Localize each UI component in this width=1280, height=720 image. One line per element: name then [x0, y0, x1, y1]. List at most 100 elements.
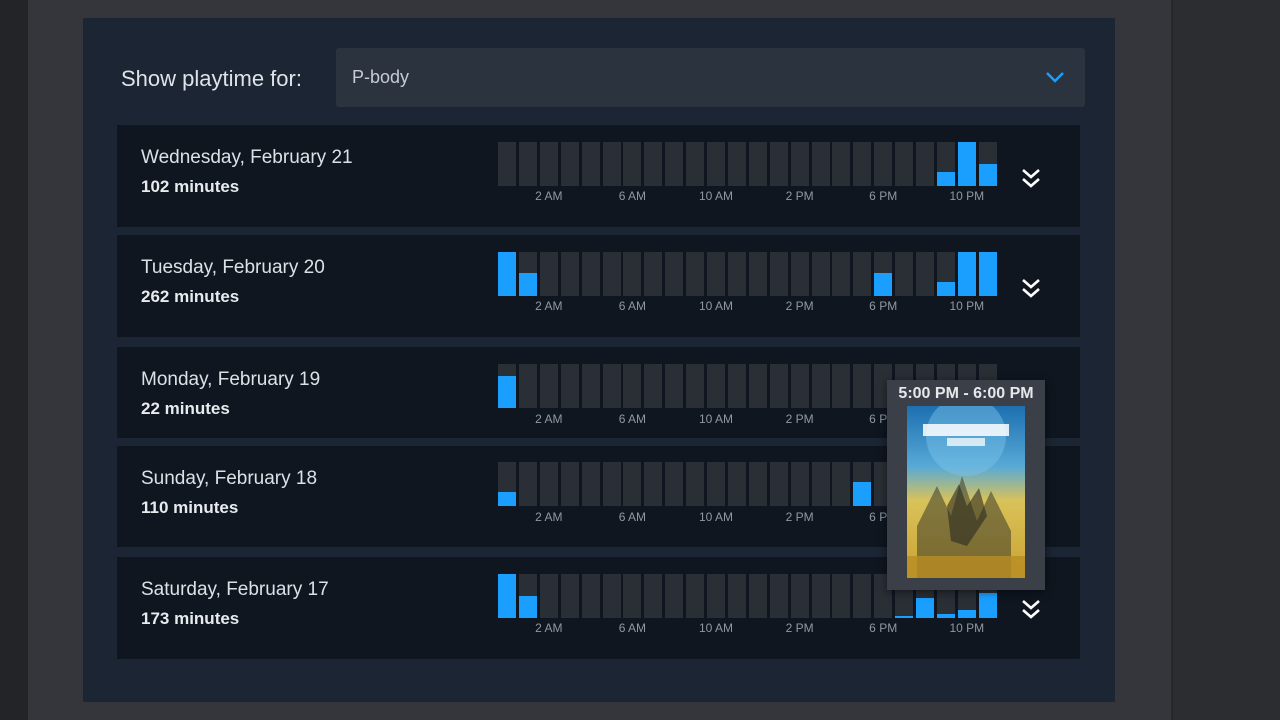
hour-bar[interactable] — [769, 364, 788, 408]
hour-bar[interactable] — [811, 252, 830, 296]
hour-bar[interactable] — [539, 142, 558, 186]
hour-bar[interactable] — [644, 142, 663, 186]
hour-bar[interactable] — [707, 142, 725, 186]
hour-bar[interactable] — [665, 142, 684, 186]
hour-bar[interactable] — [978, 252, 997, 296]
hour-bar[interactable] — [957, 142, 976, 186]
hour-bar[interactable] — [811, 462, 830, 506]
hour-bar[interactable] — [539, 574, 558, 618]
hour-bar[interactable] — [748, 574, 767, 618]
hour-bar[interactable] — [498, 142, 516, 186]
hour-bar[interactable] — [665, 574, 684, 618]
hour-bar[interactable] — [686, 142, 705, 186]
hour-bar[interactable] — [748, 462, 767, 506]
hour-bar[interactable] — [916, 252, 934, 296]
hour-bar[interactable] — [560, 364, 579, 408]
hour-bar[interactable] — [769, 462, 788, 506]
hour-bar[interactable] — [790, 574, 809, 618]
hour-bar[interactable] — [748, 364, 767, 408]
hour-bar[interactable] — [748, 252, 767, 296]
hour-bar[interactable] — [769, 252, 788, 296]
hour-bar[interactable] — [623, 364, 642, 408]
hour-bar[interactable] — [707, 252, 725, 296]
hour-bar[interactable] — [748, 142, 767, 186]
hour-bar[interactable] — [790, 142, 809, 186]
hour-bar[interactable] — [623, 142, 642, 186]
hour-bar[interactable] — [811, 364, 830, 408]
hour-bar[interactable] — [895, 142, 914, 186]
hour-bar[interactable] — [498, 462, 516, 506]
hour-bar[interactable] — [686, 252, 705, 296]
hour-bar[interactable] — [936, 252, 955, 296]
hour-bar[interactable] — [581, 462, 600, 506]
hour-bar[interactable] — [644, 574, 663, 618]
hour-bar[interactable] — [644, 364, 663, 408]
hour-bar[interactable] — [811, 142, 830, 186]
hour-bar[interactable] — [581, 252, 600, 296]
hour-bar[interactable] — [769, 142, 788, 186]
hour-bar[interactable] — [957, 252, 976, 296]
hour-bar[interactable] — [727, 142, 746, 186]
hour-bar[interactable] — [874, 252, 893, 296]
hour-bar[interactable] — [832, 574, 851, 618]
hour-bar[interactable] — [832, 462, 851, 506]
hour-bar[interactable] — [853, 462, 872, 506]
hour-bar[interactable] — [832, 252, 851, 296]
hour-bar[interactable] — [978, 142, 997, 186]
hour-bar[interactable] — [518, 364, 537, 408]
hour-bar[interactable] — [895, 252, 914, 296]
hour-bar[interactable] — [790, 364, 809, 408]
hour-bar[interactable] — [853, 252, 872, 296]
hour-bar[interactable] — [665, 462, 684, 506]
hour-bar[interactable] — [853, 364, 872, 408]
hour-bar[interactable] — [811, 574, 830, 618]
hour-bar[interactable] — [832, 142, 851, 186]
hour-bar[interactable] — [581, 574, 600, 618]
hour-bar[interactable] — [560, 462, 579, 506]
hour-bar[interactable] — [853, 574, 872, 618]
hour-bar[interactable] — [581, 364, 600, 408]
hour-bar[interactable] — [518, 252, 537, 296]
hour-bar[interactable] — [560, 574, 579, 618]
hour-bar[interactable] — [874, 142, 893, 186]
hour-bar[interactable] — [644, 252, 663, 296]
hour-bar[interactable] — [790, 462, 809, 506]
hour-bar[interactable] — [936, 142, 955, 186]
hour-bar[interactable] — [518, 462, 537, 506]
hour-bar[interactable] — [518, 574, 537, 618]
account-dropdown[interactable]: P-body — [336, 48, 1085, 107]
hour-bar[interactable] — [539, 462, 558, 506]
hour-bar[interactable] — [686, 364, 705, 408]
hour-bar[interactable] — [727, 252, 746, 296]
hour-bar[interactable] — [539, 252, 558, 296]
hour-bar[interactable] — [623, 462, 642, 506]
hour-bar[interactable] — [665, 252, 684, 296]
hour-bar[interactable] — [602, 364, 621, 408]
hour-bar[interactable] — [707, 364, 725, 408]
hour-bar[interactable] — [498, 252, 516, 296]
hour-bar[interactable] — [832, 364, 851, 408]
hour-bar[interactable] — [623, 574, 642, 618]
hour-bar[interactable] — [581, 142, 600, 186]
hour-bar[interactable] — [686, 462, 705, 506]
hour-bar[interactable] — [707, 574, 725, 618]
hour-bar[interactable] — [539, 364, 558, 408]
hour-bar[interactable] — [560, 142, 579, 186]
hour-bar[interactable] — [602, 142, 621, 186]
hour-bar[interactable] — [916, 142, 934, 186]
hour-bar[interactable] — [769, 574, 788, 618]
hour-bar[interactable] — [727, 364, 746, 408]
hour-bar[interactable] — [560, 252, 579, 296]
expand-chevrons-icon[interactable] — [1020, 166, 1042, 190]
hour-bar[interactable] — [602, 252, 621, 296]
hour-bar[interactable] — [665, 364, 684, 408]
hour-bar[interactable] — [853, 142, 872, 186]
hour-bar[interactable] — [498, 574, 516, 618]
hour-bar[interactable] — [707, 462, 725, 506]
hour-bar[interactable] — [644, 462, 663, 506]
hour-bar[interactable] — [790, 252, 809, 296]
hour-bar[interactable] — [602, 574, 621, 618]
expand-chevrons-icon[interactable] — [1020, 597, 1042, 621]
hour-bar[interactable] — [602, 462, 621, 506]
hour-bar[interactable] — [623, 252, 642, 296]
